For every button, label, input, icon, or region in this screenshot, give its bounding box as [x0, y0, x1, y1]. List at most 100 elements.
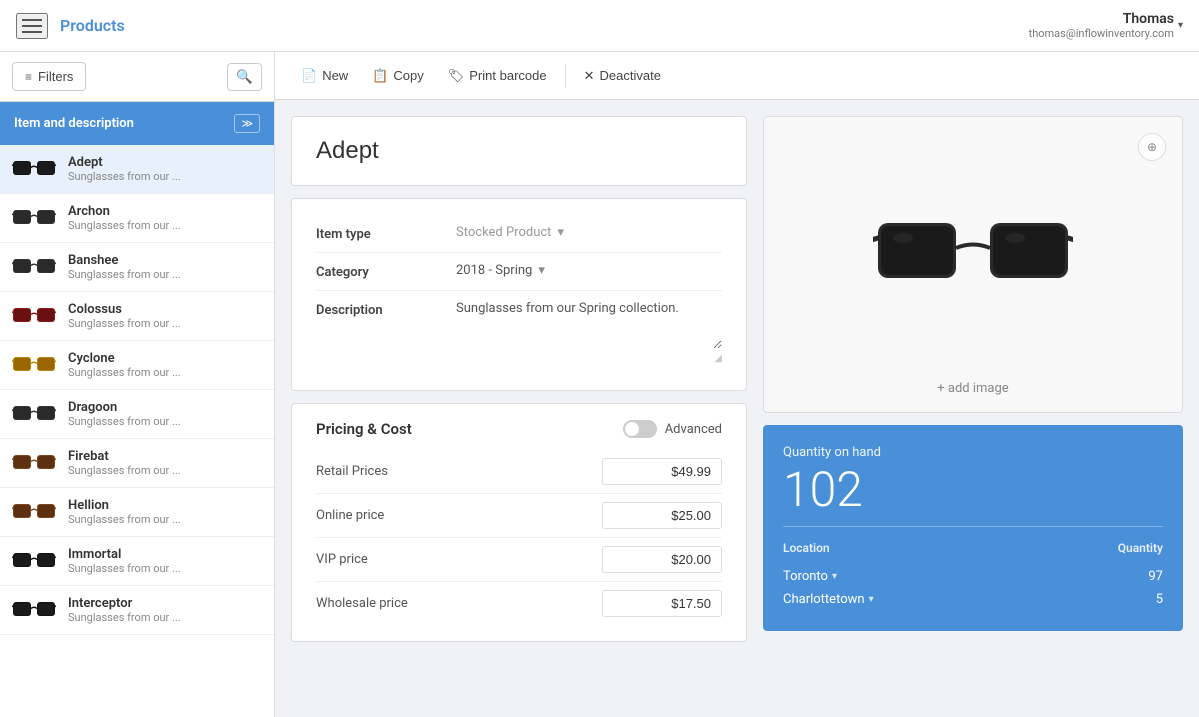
quantity-header: Quantity	[1118, 541, 1163, 555]
item-name: Hellion	[68, 498, 262, 513]
item-type-select[interactable]: Stocked Product ▾	[456, 225, 722, 240]
pricing-card: Pricing & Cost Advanced Retail Prices On…	[291, 403, 747, 642]
deactivate-icon: ✕	[584, 68, 595, 84]
image-zoom-button[interactable]: ⊕	[1138, 133, 1166, 161]
item-name: Immortal	[68, 547, 262, 562]
quantity-card: Quantity on hand 102 Location Quantity T…	[763, 425, 1183, 631]
search-icon: 🔍	[236, 69, 253, 84]
new-label: New	[322, 68, 348, 83]
item-name: Dragoon	[68, 400, 262, 415]
app-title: Products	[60, 16, 125, 35]
copy-button[interactable]: 📋 Copy	[362, 62, 434, 90]
search-button[interactable]: 🔍	[227, 63, 262, 91]
item-thumbnail	[12, 207, 56, 229]
list-item[interactable]: Colossus Sunglasses from our ...	[0, 292, 274, 341]
product-title-input[interactable]	[316, 137, 722, 165]
advanced-toggle[interactable]	[623, 420, 657, 438]
user-menu[interactable]: Thomas thomas@inflowinventory.com ▾	[1029, 11, 1183, 40]
retail-price-input[interactable]	[602, 458, 722, 485]
list-item[interactable]: Immortal Sunglasses from our ...	[0, 537, 274, 586]
sidebar-toolbar: ≡ Filters 🔍	[0, 52, 274, 102]
item-thumbnail	[12, 403, 56, 425]
online-label: Online price	[316, 508, 384, 523]
sidebar-collapse-button[interactable]: ≫	[234, 114, 260, 133]
deactivate-label: Deactivate	[600, 68, 661, 83]
content-toolbar: 📄 New 📋 Copy 🏷 Print barcode ✕ Deactivat…	[275, 52, 1199, 100]
location-quantity: 5	[1156, 592, 1163, 607]
item-thumbnail	[12, 158, 56, 180]
list-item[interactable]: Firebat Sunglasses from our ...	[0, 439, 274, 488]
hamburger-menu[interactable]	[16, 13, 48, 39]
product-detail: Item type Stocked Product ▾ Category	[291, 116, 747, 701]
item-name: Firebat	[68, 449, 262, 464]
location-header: Location	[783, 541, 830, 555]
wholesale-label: Wholesale price	[316, 596, 408, 611]
item-name: Archon	[68, 204, 262, 219]
online-price-row: Online price	[316, 494, 722, 538]
user-chevron-icon: ▾	[1178, 20, 1183, 31]
pricing-header: Pricing & Cost Advanced	[316, 420, 722, 438]
item-desc: Sunglasses from our ...	[68, 170, 262, 183]
retail-price-row: Retail Prices	[316, 450, 722, 494]
item-desc: Sunglasses from our ...	[68, 317, 262, 330]
new-button[interactable]: 📄 New	[291, 62, 358, 90]
location-name: Toronto	[783, 569, 828, 584]
zoom-icon: ⊕	[1147, 140, 1157, 154]
add-image-link[interactable]: + add image	[937, 381, 1008, 396]
list-item[interactable]: Dragoon Sunglasses from our ...	[0, 390, 274, 439]
item-type-label: Item type	[316, 225, 456, 242]
item-name: Interceptor	[68, 596, 262, 611]
location-quantity: 97	[1148, 569, 1163, 584]
list-item[interactable]: Archon Sunglasses from our ...	[0, 194, 274, 243]
item-thumbnail	[12, 305, 56, 327]
product-form-card: Item type Stocked Product ▾ Category	[291, 198, 747, 391]
content-area: 📄 New 📋 Copy 🏷 Print barcode ✕ Deactivat…	[275, 52, 1199, 717]
vip-price-input[interactable]	[602, 546, 722, 573]
item-thumbnail	[12, 550, 56, 572]
location-cell: Charlottetown ▾	[783, 592, 874, 607]
item-desc: Sunglasses from our ...	[68, 464, 262, 477]
description-row: Description ◢	[316, 291, 722, 374]
toolbar-divider	[565, 64, 566, 88]
image-card: ⊕	[763, 116, 1183, 413]
category-select[interactable]: 2018 - Spring ▾	[456, 263, 722, 278]
item-name: Colossus	[68, 302, 262, 317]
quantity-label: Quantity on hand	[783, 445, 1163, 460]
item-thumbnail	[12, 452, 56, 474]
advanced-label: Advanced	[665, 422, 722, 437]
filters-button[interactable]: ≡ Filters	[12, 62, 86, 91]
description-textarea[interactable]	[456, 301, 722, 349]
quantity-row: Charlottetown ▾ 5	[783, 588, 1163, 611]
pricing-advanced: Advanced	[623, 420, 722, 438]
list-item[interactable]: Interceptor Sunglasses from our ...	[0, 586, 274, 635]
product-image	[873, 193, 1073, 313]
quantity-divider	[783, 526, 1163, 527]
item-desc: Sunglasses from our ...	[68, 513, 262, 526]
deactivate-button[interactable]: ✕ Deactivate	[574, 62, 671, 90]
item-desc: Sunglasses from our ...	[68, 415, 262, 428]
online-price-input[interactable]	[602, 502, 722, 529]
sidebar: ≡ Filters 🔍 Item and description ≫	[0, 52, 275, 717]
item-name: Cyclone	[68, 351, 262, 366]
wholesale-price-input[interactable]	[602, 590, 722, 617]
user-name: Thomas	[1029, 11, 1174, 27]
item-thumbnail	[12, 354, 56, 376]
sidebar-header-label: Item and description	[14, 116, 134, 131]
copy-icon: 📋	[372, 68, 388, 84]
category-arrow-icon: ▾	[538, 263, 545, 278]
quantity-row: Toronto ▾ 97	[783, 565, 1163, 588]
description-label: Description	[316, 301, 456, 318]
filters-icon: ≡	[25, 70, 32, 84]
list-item[interactable]: Banshee Sunglasses from our ...	[0, 243, 274, 292]
item-desc: Sunglasses from our ...	[68, 562, 262, 575]
item-desc: Sunglasses from our ...	[68, 268, 262, 281]
list-item[interactable]: Hellion Sunglasses from our ...	[0, 488, 274, 537]
list-item[interactable]: Cyclone Sunglasses from our ...	[0, 341, 274, 390]
retail-label: Retail Prices	[316, 464, 388, 479]
print-barcode-button[interactable]: 🏷 Print barcode	[438, 62, 557, 90]
top-nav: Products Thomas thomas@inflowinventory.c…	[0, 0, 1199, 52]
category-row: Category 2018 - Spring ▾	[316, 253, 722, 291]
copy-label: Copy	[393, 68, 423, 83]
main-layout: ≡ Filters 🔍 Item and description ≫	[0, 52, 1199, 717]
list-item[interactable]: Adept Sunglasses from our ...	[0, 145, 274, 194]
